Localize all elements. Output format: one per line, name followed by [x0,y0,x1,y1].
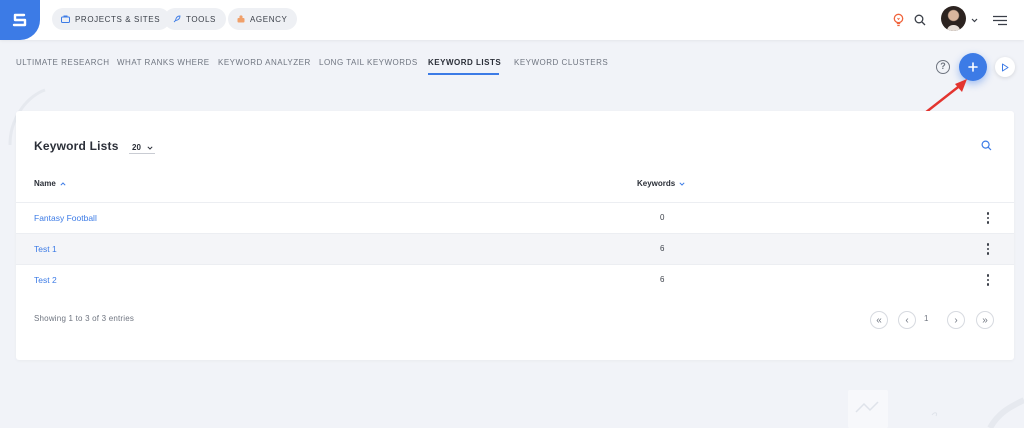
projects-sites-label: PROJECTS & SITES [75,14,161,24]
row-options-icon[interactable] [985,273,991,287]
agency-icon [237,15,245,23]
app-logo[interactable] [0,0,40,40]
page-size-value: 20 [132,143,141,152]
column-header-name-label: Name [34,179,56,188]
avatar[interactable] [941,6,966,31]
list-name-link[interactable]: Fantasy Football [34,213,97,223]
table-row: Test 1 6 [16,233,1014,264]
column-header-name[interactable]: Name [34,179,66,188]
play-icon [1002,63,1009,71]
list-name-link[interactable]: Test 2 [34,275,57,285]
sort-ascending-icon [60,181,66,186]
rocket-icon [173,15,181,23]
chevron-down-icon [147,145,153,150]
help-icon[interactable]: ? [936,60,950,74]
search-icon[interactable] [914,0,926,40]
keyword-count: 0 [660,213,665,222]
briefcase-icon [61,15,70,23]
keyword-count: 6 [660,244,665,253]
entries-info: Showing 1 to 3 of 3 entries [34,314,135,323]
tab-keyword-lists[interactable]: KEYWORD LISTS [428,58,501,67]
play-tutorial-button[interactable] [995,57,1015,77]
keyword-lists-card: Keyword Lists 20 Name Keywords Fantasy F… [16,111,1014,360]
page-title: Keyword Lists [34,139,119,153]
tools-button[interactable]: TOOLS [164,8,226,30]
sort-descending-icon [679,181,685,186]
top-bar: PROJECTS & SITES TOOLS AGENCY [0,0,1024,40]
agency-button[interactable]: AGENCY [228,8,298,30]
keyword-count: 6 [660,275,665,284]
tab-ultimate-research[interactable]: ULTIMATE RESEARCH [16,58,110,67]
next-page-button[interactable]: › [947,311,965,329]
agency-label: AGENCY [250,14,288,24]
logo-icon [12,13,27,27]
chevron-down-icon[interactable] [971,0,978,40]
tab-keyword-analyzer[interactable]: KEYWORD ANALYZER [218,58,311,67]
table-search-icon[interactable] [981,138,992,156]
plus-icon [968,62,978,72]
row-options-icon[interactable] [985,211,991,225]
tools-label: TOOLS [186,14,216,24]
tab-keyword-clusters[interactable]: KEYWORD CLUSTERS [514,58,608,67]
last-page-button[interactable]: » [976,311,994,329]
sub-navigation: ULTIMATE RESEARCH WHAT RANKS WHERE KEYWO… [0,40,1024,90]
lightbulb-icon[interactable] [893,0,904,40]
tab-what-ranks-where[interactable]: WHAT RANKS WHERE [117,58,210,67]
active-tab-indicator [428,73,499,75]
page-size-select[interactable]: 20 [129,141,155,154]
row-options-icon[interactable] [985,242,991,256]
list-name-link[interactable]: Test 1 [34,244,57,254]
first-page-button[interactable]: « [870,311,888,329]
projects-sites-button[interactable]: PROJECTS & SITES [52,8,171,30]
table-row: Fantasy Football 0 [16,202,1014,233]
column-header-keywords-label: Keywords [637,179,676,188]
background-decoration [848,390,1024,428]
current-page-number[interactable]: 1 [924,314,928,323]
previous-page-button[interactable]: ‹ [898,311,916,329]
tab-long-tail-keywords[interactable]: LONG TAIL KEYWORDS [319,58,418,67]
column-header-keywords[interactable]: Keywords [637,179,685,188]
hamburger-menu-icon[interactable] [992,0,1008,40]
table-row: Test 2 6 [16,264,1014,295]
